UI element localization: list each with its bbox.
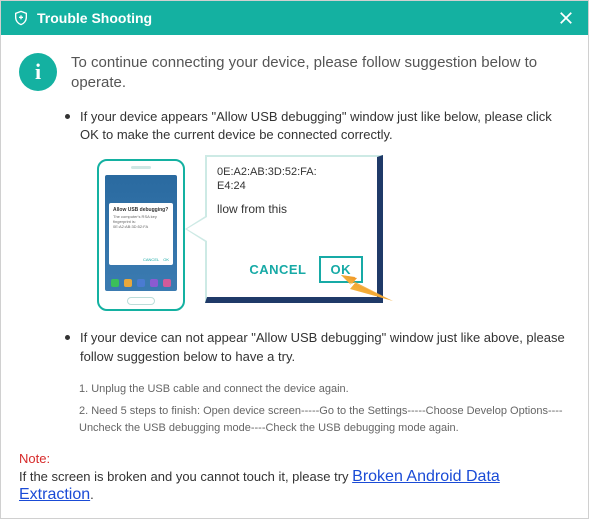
header-text: To continue connecting your device, plea… xyxy=(71,53,570,94)
fingerprint-line2: E4:24 xyxy=(217,179,367,193)
pointer-arrow-icon xyxy=(341,275,393,301)
allow-text: llow from this xyxy=(217,202,367,216)
dock-app-icon xyxy=(150,279,158,287)
note-block: Note: If the screen is broken and you ca… xyxy=(19,450,570,504)
content-area: i To continue connecting your device, pl… xyxy=(1,35,588,518)
phone-mockup: Allow USB debugging? The computer's RSA … xyxy=(97,159,185,311)
phone-dialog: Allow USB debugging? The computer's RSA … xyxy=(109,203,173,265)
dock-app-icon xyxy=(124,279,132,287)
phone-home-button-icon xyxy=(127,297,155,305)
step-2: 2. Need 5 steps to finish: Open device s… xyxy=(79,403,570,436)
titlebar: Trouble Shooting xyxy=(1,1,588,35)
note-text-before: If the screen is broken and you cannot t… xyxy=(19,469,352,484)
phone-screen: Allow USB debugging? The computer's RSA … xyxy=(105,175,177,291)
bullet-dot-icon xyxy=(65,114,70,119)
note-label: Note: xyxy=(19,451,50,466)
bullet1-text: If your device appears "Allow USB debugg… xyxy=(80,108,570,146)
cancel-button[interactable]: CANCEL xyxy=(249,262,306,277)
title-text: Trouble Shooting xyxy=(37,10,556,26)
dock-app-icon xyxy=(137,279,145,287)
phone-cancel: CANCEL xyxy=(143,257,159,262)
phone-dialog-title: Allow USB debugging? xyxy=(113,207,169,213)
bullet-item-1: If your device appears "Allow USB debugg… xyxy=(65,108,570,146)
bullet2-text: If your device can not appear "Allow USB… xyxy=(80,329,570,367)
dock-app-icon xyxy=(111,279,119,287)
troubleshoot-window: Trouble Shooting i To continue connectin… xyxy=(0,0,589,519)
phone-ok: OK xyxy=(163,257,169,262)
shield-icon xyxy=(13,10,29,26)
phone-dialog-body: The computer's RSA key fingerprint is: 0… xyxy=(113,215,169,229)
fingerprint-line1: 0E:A2:AB:3D:52:FA: xyxy=(217,165,367,179)
steps-block: 1. Unplug the USB cable and connect the … xyxy=(79,381,570,443)
info-icon: i xyxy=(19,53,57,91)
step-1: 1. Unplug the USB cable and connect the … xyxy=(79,381,570,398)
callout-pointer-inner-icon xyxy=(187,217,207,241)
bullet-item-2: If your device can not appear "Allow USB… xyxy=(65,329,570,367)
close-icon[interactable] xyxy=(556,8,576,28)
phone-dock xyxy=(109,277,173,289)
illustration: Allow USB debugging? The computer's RSA … xyxy=(97,155,387,315)
note-text-after: . xyxy=(90,487,94,502)
phone-speaker-icon xyxy=(131,166,151,169)
header-row: i To continue connecting your device, pl… xyxy=(19,53,570,94)
phone-dialog-actions: CANCEL OK xyxy=(143,257,169,262)
bullet-dot-icon xyxy=(65,335,70,340)
dock-app-icon xyxy=(163,279,171,287)
